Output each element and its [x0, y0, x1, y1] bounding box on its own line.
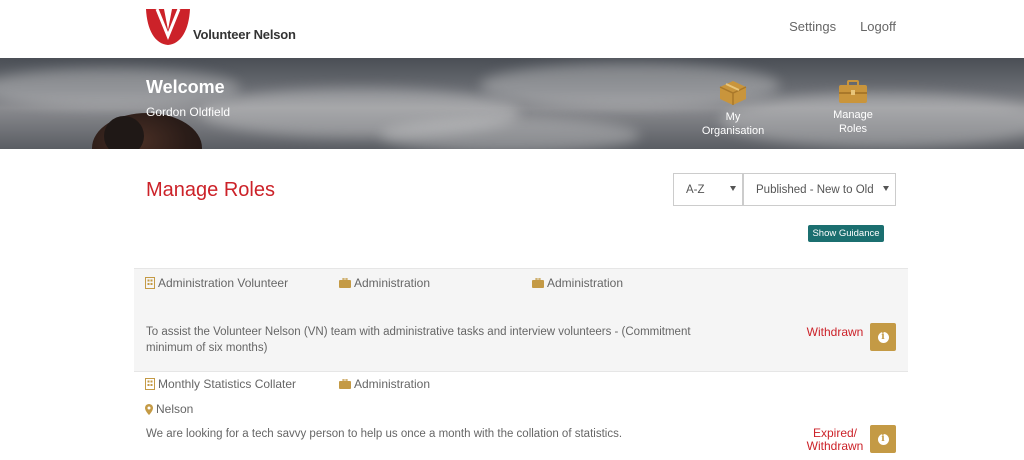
chevron-down-icon	[883, 186, 889, 191]
page-title: Manage Roles	[146, 179, 275, 201]
box-icon	[719, 81, 747, 105]
briefcase-icon	[339, 379, 351, 389]
briefcase-icon	[839, 80, 867, 103]
user-name: Gordon Oldfield	[146, 105, 231, 119]
role-location: Nelson	[145, 402, 193, 416]
role-status: Withdrawn	[806, 325, 864, 339]
map-pin-icon	[145, 403, 153, 415]
sort-alpha-select[interactable]: A-Z	[673, 173, 743, 206]
role-row[interactable]: Administration Volunteer Administration …	[134, 268, 908, 372]
role-category: Administration	[339, 276, 430, 290]
building-icon	[145, 277, 155, 289]
role-name[interactable]: Monthly Statistics Collater	[145, 377, 296, 391]
logoff-link[interactable]: Logoff	[860, 19, 896, 34]
role-name[interactable]: Administration Volunteer	[145, 276, 288, 290]
brand-name: Volunteer Nelson	[193, 26, 296, 42]
role-info-button[interactable]: i	[870, 425, 896, 453]
sort-published-select[interactable]: Published - New to Old	[743, 173, 896, 206]
building-icon	[145, 378, 155, 390]
info-icon: i	[877, 433, 889, 445]
settings-link[interactable]: Settings	[789, 19, 836, 34]
top-navbar: Volunteer Nelson Settings Logoff	[0, 0, 1024, 58]
my-organisation-link[interactable]: My Organisation	[698, 80, 768, 138]
role-category-secondary: Administration	[532, 276, 623, 290]
role-category: Administration	[339, 377, 430, 391]
volunteer-nelson-logo-icon	[146, 8, 190, 45]
briefcase-icon	[532, 278, 544, 288]
brand-logo[interactable]: Volunteer Nelson	[145, 8, 296, 46]
role-description: To assist the Volunteer Nelson (VN) team…	[146, 326, 691, 354]
show-guidance-button[interactable]: Show Guidance	[808, 225, 884, 242]
role-status: Expired/ Withdrawn	[806, 426, 864, 453]
role-description: We are looking for a tech savvy person t…	[146, 428, 623, 440]
chevron-down-icon	[730, 186, 736, 191]
briefcase-icon	[339, 278, 351, 288]
role-info-button[interactable]: i	[870, 323, 896, 351]
manage-roles-link[interactable]: Manage Roles	[820, 80, 886, 136]
info-icon: i	[877, 331, 889, 343]
welcome-heading: Welcome	[146, 77, 225, 97]
role-row[interactable]: Monthly Statistics Collater Administrati…	[134, 372, 908, 460]
